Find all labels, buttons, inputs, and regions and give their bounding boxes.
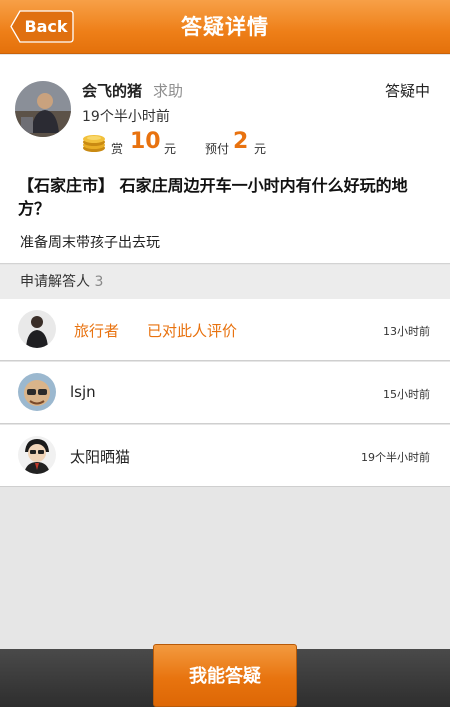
question-time: 19个半小时前: [82, 109, 170, 125]
question-body: 准备周末带孩子出去玩: [20, 235, 160, 251]
applicant-time: 19个半小时前: [361, 451, 430, 464]
prepay-label: 预付: [205, 142, 230, 156]
question-card: 会飞的猪 求助 答疑中 19个半小时前 赏 10 元 预付 2 元 【石家庄市】…: [0, 55, 450, 264]
applicant-name[interactable]: lsjn: [70, 383, 96, 401]
applicants-count: 3: [94, 274, 104, 290]
asker-avatar-image-icon: [15, 81, 71, 137]
applicant-time: 13小时前: [383, 325, 430, 338]
applicant-row[interactable]: 旅行者 已对此人评价 13小时前: [0, 299, 450, 361]
applicant-avatar-image-icon: [18, 436, 56, 474]
question-title: 【石家庄市】 石家庄周边开车一小时内有什么好玩的地方？: [18, 176, 408, 218]
rated-status: 已对此人评价: [147, 322, 238, 340]
reward-value: 10: [130, 129, 161, 154]
answer-button[interactable]: 我能答疑: [153, 644, 297, 707]
question-status: 答疑中: [384, 82, 430, 100]
applicant-row[interactable]: 太阳晒猫 19个半小时前: [0, 425, 450, 487]
applicants-header: 申请解答人 3: [0, 265, 450, 299]
prepay-value: 2: [233, 129, 249, 154]
applicants-label: 申请解答人: [20, 274, 90, 290]
question-type-tag: 求助: [153, 82, 184, 100]
applicant-name[interactable]: 旅行者: [74, 320, 119, 341]
reward-unit: 元: [164, 142, 177, 156]
prepay-unit: 元: [254, 142, 267, 156]
applicant-avatar: [18, 373, 56, 411]
top-bar: Back 答疑详情: [0, 0, 450, 54]
applicant-name[interactable]: 太阳晒猫: [70, 446, 130, 467]
asker-avatar[interactable]: [15, 81, 71, 137]
applicant-avatar-image-icon: [18, 310, 56, 348]
asker-name[interactable]: 会飞的猪: [82, 80, 142, 101]
applicant-avatar: [18, 310, 56, 348]
applicant-avatar: [18, 436, 56, 474]
reward-label: 赏: [111, 142, 124, 156]
applicant-avatar-image-icon: [18, 373, 56, 411]
applicant-time: 15小时前: [383, 388, 430, 401]
coin-stack-icon: [83, 135, 105, 152]
applicant-row[interactable]: lsjn 15小时前: [0, 362, 450, 424]
page-title: 答疑详情: [181, 15, 269, 39]
